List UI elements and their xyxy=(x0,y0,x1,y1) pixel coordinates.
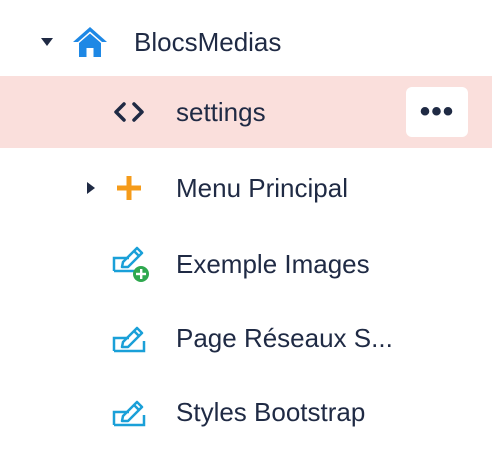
edit-add-icon xyxy=(112,246,149,282)
page-tree: BlocsMedias settings ••• Menu Principal xyxy=(0,0,492,460)
caret-right-icon[interactable] xyxy=(84,181,98,195)
tree-root-row[interactable]: BlocsMedias xyxy=(0,6,492,78)
tree-root-label: BlocsMedias xyxy=(134,27,282,57)
tree-item-label: Menu Principal xyxy=(176,173,348,203)
caret-down-icon[interactable] xyxy=(40,35,54,49)
tree-item-styles-bootstrap[interactable]: Styles Bootstrap xyxy=(0,376,492,448)
code-icon xyxy=(114,102,144,122)
tree-item-settings[interactable]: settings ••• xyxy=(0,76,492,148)
tree-item-label: Page Réseaux S... xyxy=(176,323,393,353)
edit-icon xyxy=(112,326,146,353)
tree-item-label: settings xyxy=(176,97,266,127)
tree-item-page-reseaux[interactable]: Page Réseaux S... xyxy=(0,302,492,374)
home-icon xyxy=(73,27,107,57)
tree-item-menu-principal[interactable]: Menu Principal xyxy=(0,152,492,224)
tree-item-label: Exemple Images xyxy=(176,249,370,279)
tree-item-exemple-images[interactable]: Exemple Images xyxy=(0,228,492,300)
plus-icon xyxy=(117,176,141,200)
tree-item-label: Styles Bootstrap xyxy=(176,397,366,427)
more-options-button[interactable]: ••• xyxy=(406,87,468,137)
edit-icon xyxy=(112,400,146,427)
